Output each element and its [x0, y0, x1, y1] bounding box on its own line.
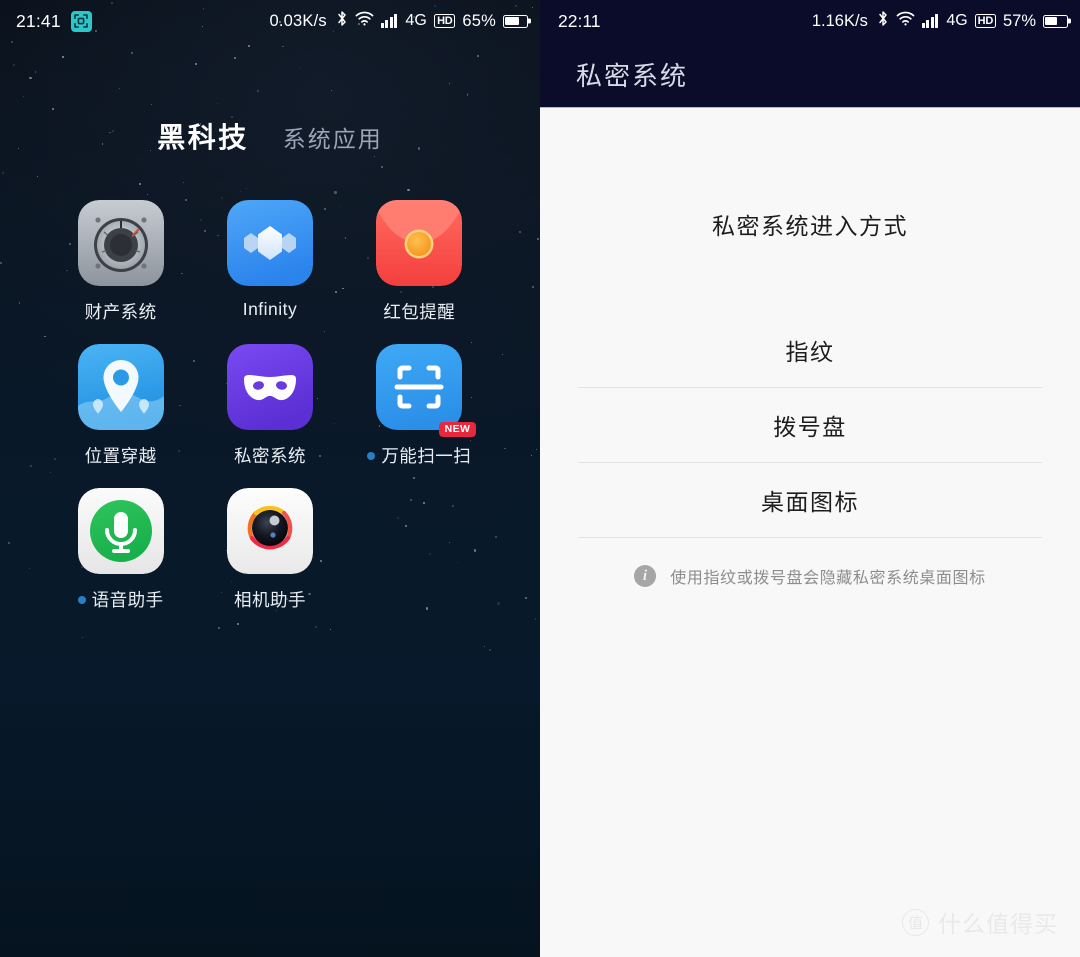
status-bar-right-group: 1.16K/s 4G HD 57%: [812, 10, 1068, 32]
app-icon-wrapper: [77, 344, 164, 430]
app-tile[interactable]: 相机助手: [195, 488, 344, 612]
app-label: Infinity: [242, 299, 298, 319]
list-divider: [578, 537, 1042, 538]
hint-text: 使用指纹或拨号盘会隐藏私密系统桌面图标: [670, 570, 986, 587]
app-tile[interactable]: 财产系统: [46, 200, 195, 324]
page-title: 私密系统: [576, 61, 689, 91]
mask-icon: [226, 344, 313, 430]
app-icon-wrapper: [226, 488, 313, 574]
app-icon-wrapper: [77, 488, 164, 574]
app-label: 私密系统: [233, 446, 306, 466]
app-tile[interactable]: 红包提醒: [345, 200, 494, 324]
bluetooth-icon: [336, 10, 348, 32]
status-bar-left-group: 21:41: [16, 10, 92, 32]
hd-badge: HD: [434, 14, 456, 28]
watermark-logo-icon: 值: [902, 908, 929, 936]
app-label: 财产系统: [84, 302, 157, 322]
microphone-icon: [77, 488, 164, 574]
app-icon-wrapper: NEW: [376, 344, 477, 437]
category-tabs: 黑科技 系统应用: [0, 116, 540, 156]
section-title: 私密系统进入方式: [712, 213, 908, 239]
app-label: 红包提醒: [383, 302, 456, 322]
right-status-bar: 22:11 1.16K/s 4G HD 57%: [540, 0, 1080, 42]
app-label-row: Infinity: [243, 299, 298, 320]
app-label: 万能扫一扫: [381, 446, 472, 466]
wifi-icon: [896, 11, 915, 31]
option-dialpad[interactable]: 拨号盘: [540, 388, 1080, 462]
wifi-icon: [355, 11, 374, 31]
entry-method-list: 指纹 拨号盘 桌面图标: [540, 313, 1080, 538]
status-clock: 22:11: [558, 10, 601, 31]
bluetooth-icon: [877, 10, 889, 32]
app-label-row: 万能扫一扫: [367, 443, 471, 468]
battery-percent: 65%: [462, 11, 496, 30]
infinity-hexagon-icon: [226, 200, 313, 286]
app-label-row: 位置穿越: [85, 443, 157, 468]
battery-icon: [503, 14, 528, 28]
right-phone-screen: 22:11 1.16K/s 4G HD 57% 私密系统 私密系统进入方式 指纹…: [540, 0, 1080, 957]
network-type-label: 4G: [946, 12, 968, 29]
tab-hei-ke-ji[interactable]: 黑科技: [157, 116, 249, 156]
network-speed: 1.16K/s: [811, 11, 868, 30]
option-fingerprint[interactable]: 指纹: [540, 313, 1080, 387]
app-label-row: 红包提醒: [383, 299, 455, 324]
app-tile[interactable]: NEW 万能扫一扫: [345, 344, 494, 468]
app-tile[interactable]: 位置穿越: [46, 344, 195, 468]
option-desktop-icon[interactable]: 桌面图标: [540, 463, 1080, 537]
battery-icon: [1043, 14, 1068, 28]
app-tile[interactable]: Infinity: [195, 200, 344, 324]
status-clock: 21:41: [16, 10, 61, 31]
app-label-row: 相机助手: [234, 587, 306, 612]
app-icon-wrapper: [77, 200, 164, 286]
app-label: 位置穿越: [84, 446, 157, 466]
app-tile[interactable]: 语音助手: [46, 488, 195, 612]
update-dot-icon: [77, 595, 86, 604]
app-label-row: 私密系统: [234, 443, 306, 468]
app-label: 语音助手: [91, 590, 164, 610]
app-grid: 财产系统 Infinity 红包提醒 位置穿越 私密系统 NEW 万能扫一扫 语…: [0, 156, 540, 612]
screenshot-icon[interactable]: [70, 10, 92, 32]
new-badge: NEW: [438, 422, 477, 437]
update-dot-icon: [367, 451, 376, 460]
left-status-bar: 21:41 0.03K/s 4G HD 65%: [0, 0, 540, 42]
watermark: 值 什么值得买: [902, 905, 1058, 939]
info-icon: i: [634, 565, 657, 587]
red-packet-icon: [376, 200, 463, 286]
network-type-label: 4G: [405, 12, 428, 29]
hint-row: i 使用指纹或拨号盘会隐藏私密系统桌面图标: [540, 564, 1080, 588]
app-icon-wrapper: [226, 200, 313, 286]
app-label: 相机助手: [233, 590, 306, 610]
app-icon-wrapper: [226, 344, 313, 430]
hd-badge: HD: [974, 14, 996, 28]
signal-bars-icon: [921, 14, 939, 28]
app-header: 私密系统: [540, 42, 1080, 108]
app-tile[interactable]: 私密系统: [195, 344, 344, 468]
compass-gauge-icon: [77, 200, 164, 286]
camera-lens-icon: [226, 488, 313, 574]
scan-frame-icon: [376, 344, 463, 430]
left-phone-screen: 21:41 0.03K/s 4G HD 65% 黑科技 系统应用 财产系统 In…: [0, 0, 540, 957]
app-icon-wrapper: [376, 200, 463, 286]
network-speed: 0.03K/s: [269, 11, 327, 30]
status-bar-right-group: 0.03K/s 4G HD 65%: [269, 10, 528, 32]
location-pin-icon: [77, 344, 164, 430]
app-label-row: 财产系统: [85, 299, 157, 324]
battery-percent: 57%: [1002, 11, 1036, 30]
signal-bars-icon: [380, 14, 398, 28]
dual-screenshot-container: 21:41 0.03K/s 4G HD 65% 黑科技 系统应用 财产系统 In…: [0, 0, 1080, 957]
watermark-text: 什么值得买: [938, 911, 1058, 937]
app-label-row: 语音助手: [77, 587, 164, 612]
tab-xi-tong-ying-yong[interactable]: 系统应用: [283, 120, 383, 154]
